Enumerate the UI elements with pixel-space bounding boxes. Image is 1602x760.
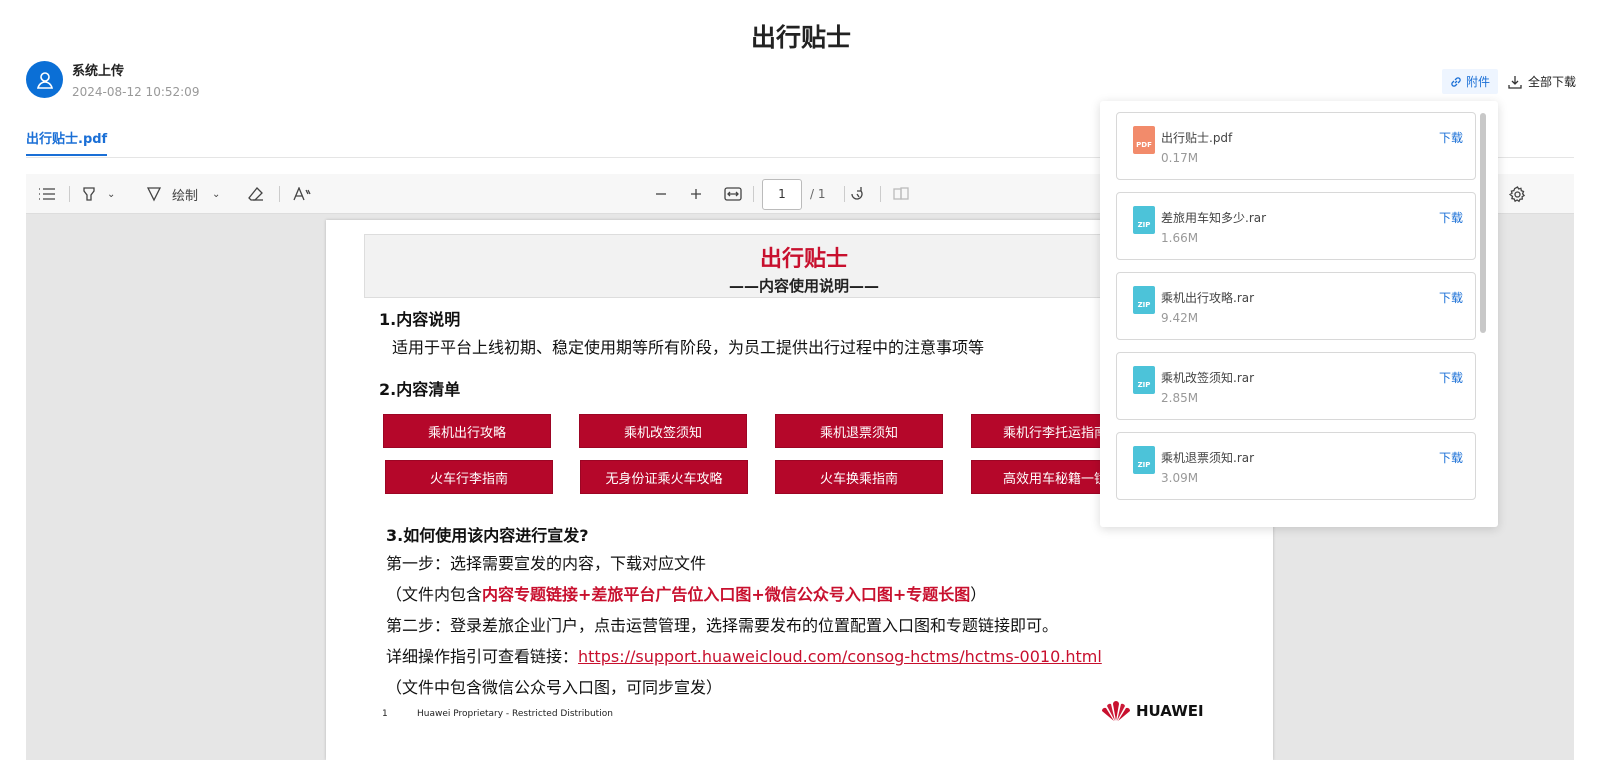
page-controls: 1 / 1 — [762, 174, 826, 214]
file-name: 乘机出行攻略.rar — [1161, 291, 1255, 305]
outline-button[interactable] — [38, 174, 56, 214]
download-all-button[interactable]: 全部下载 — [1508, 73, 1576, 90]
content-button: 火车行李指南 — [385, 460, 553, 494]
rotate-icon — [851, 187, 863, 200]
file-name: 差旅用车知多少.rar — [1161, 211, 1267, 225]
file-name: 乘机退票须知.rar — [1161, 451, 1255, 465]
attachment-actions: 附件 全部下载 — [1441, 69, 1576, 94]
download-button[interactable]: 下载 — [1439, 209, 1463, 226]
fit-width-icon — [724, 187, 742, 201]
zip-file-icon: ZIP — [1133, 366, 1155, 394]
author-name: 系统上传 — [72, 64, 125, 79]
attachments-popup: PDF 出行贴士.pdf 0.17M 下载 ZIP 差旅用车知多少.rar 1.… — [1100, 101, 1498, 527]
file-name: 乘机改签须知.rar — [1161, 371, 1255, 385]
file-size: 2.85M — [1161, 391, 1199, 405]
draw-button[interactable]: 绘制 ⌄ — [146, 174, 220, 214]
zip-file-icon: ZIP — [1133, 206, 1155, 234]
content-button: 乘机退票须知 — [775, 414, 943, 448]
page-title: 出行贴士 — [750, 23, 851, 52]
text-icon — [293, 187, 311, 201]
file-size: 1.66M — [1161, 231, 1199, 245]
minus-icon — [656, 193, 666, 195]
user-icon — [36, 71, 53, 89]
gear-icon — [1509, 185, 1526, 202]
pdf-file-icon: PDF — [1133, 126, 1155, 154]
download-button[interactable]: 下载 — [1439, 449, 1463, 466]
page-view-button[interactable] — [893, 174, 909, 214]
section-text: 适用于平台上线初期、稳定使用期等所有阶段，为员工提供出行过程中的注意事项等 — [392, 338, 985, 357]
huawei-logo: HUAWEI — [1101, 700, 1204, 722]
download-icon — [1508, 75, 1522, 89]
highlight-button[interactable]: ⌄ — [81, 174, 115, 214]
file-size: 3.09M — [1161, 471, 1199, 485]
file-size: 0.17M — [1161, 151, 1199, 165]
chevron-down-icon[interactable]: ⌄ — [212, 189, 220, 200]
content-button: 乘机出行攻略 — [383, 414, 551, 448]
attachment-item: ZIP 差旅用车知多少.rar 1.66M 下载 — [1116, 192, 1476, 260]
download-button[interactable]: 下载 — [1439, 289, 1463, 306]
attachment-item: PDF 出行贴士.pdf 0.17M 下载 — [1116, 112, 1476, 180]
download-button[interactable]: 下载 — [1439, 369, 1463, 386]
settings-button[interactable] — [1509, 174, 1526, 214]
page-view-icon — [893, 187, 909, 200]
attachment-item: ZIP 乘机退票须知.rar 3.09M 下载 — [1116, 432, 1476, 500]
toolbar-divider — [279, 186, 280, 202]
download-button[interactable]: 下载 — [1439, 129, 1463, 146]
toolbar-divider — [880, 186, 881, 202]
step-two: 第二步：登录差旅企业门户，点击运营管理，选择需要发布的位置配置入口图和专题链接即… — [386, 616, 1059, 635]
page-total: / 1 — [810, 187, 826, 201]
section-heading: 1.内容说明 — [379, 310, 461, 329]
eraser-button[interactable] — [248, 174, 264, 214]
author-info: 系统上传 2024-08-12 10:52:09 — [26, 60, 199, 99]
file-name: 出行贴士.pdf — [1161, 131, 1233, 145]
section-heading: 2.内容清单 — [379, 380, 461, 399]
chevron-down-icon[interactable]: ⌄ — [107, 189, 115, 200]
guide-link[interactable]: https://support.huaweicloud.com/consog-h… — [578, 647, 1102, 666]
upload-time: 2024-08-12 10:52:09 — [72, 85, 200, 99]
note-text: （文件内包含 — [386, 585, 483, 604]
zip-file-icon: ZIP — [1133, 446, 1155, 474]
plus-icon — [691, 189, 701, 199]
link-icon — [1451, 76, 1461, 87]
section-heading: 3.如何使用该内容进行宣发? — [386, 526, 589, 545]
huawei-logo-icon — [1101, 701, 1131, 721]
highlighter-icon — [83, 187, 95, 201]
rotate-button[interactable] — [849, 174, 865, 214]
content-button: 无身份证乘火车攻略 — [580, 460, 748, 494]
popup-scrollbar[interactable] — [1480, 113, 1486, 333]
zoom-out-button[interactable] — [655, 174, 667, 214]
toolbar-divider — [69, 186, 70, 202]
page-number-input[interactable]: 1 — [762, 178, 802, 210]
draw-label: 绘制 — [172, 188, 199, 204]
step-one-note: （文件内包含内容专题链接+差旅平台广告位入口图+微信公众号入口图+专题长图） — [386, 581, 986, 605]
avatar — [26, 61, 63, 98]
attachment-item: ZIP 乘机改签须知.rar 2.85M 下载 — [1116, 352, 1476, 420]
guide-label: 详细操作指引可查看链接： — [386, 647, 579, 666]
attachments-button[interactable]: 附件 — [1441, 69, 1498, 94]
footer-page-number: 1 — [382, 709, 388, 719]
content-button: 火车换乘指南 — [775, 460, 943, 494]
attachment-item: ZIP 乘机出行攻略.rar 9.42M 下载 — [1116, 272, 1476, 340]
download-all-label: 全部下载 — [1527, 75, 1576, 89]
zip-file-icon: ZIP — [1133, 286, 1155, 314]
file-size: 9.42M — [1161, 311, 1199, 325]
note-highlight: 内容专题链接+差旅平台广告位入口图+微信公众号入口图+专题长图 — [482, 585, 971, 604]
footer-text: Huawei Proprietary - Restricted Distribu… — [417, 709, 613, 719]
content-button: 乘机改签须知 — [579, 414, 747, 448]
fit-width-button[interactable] — [724, 174, 742, 214]
eraser-icon — [248, 187, 263, 201]
text-button[interactable] — [293, 174, 311, 214]
step-one: 第一步：选择需要宣发的内容，下载对应文件 — [386, 554, 707, 573]
huawei-wordmark: HUAWEI — [1136, 702, 1204, 720]
list-icon — [39, 188, 55, 200]
toolbar-divider — [753, 186, 754, 202]
pen-icon — [146, 187, 162, 202]
tab-file[interactable]: 出行贴士.pdf — [26, 128, 108, 156]
guide-line: 详细操作指引可查看链接：https://support.huaweicloud.… — [386, 643, 1102, 667]
guide-note: （文件中包含微信公众号入口图，可同步宣发） — [386, 678, 723, 697]
toolbar-divider — [844, 186, 845, 202]
note-text: ） — [970, 585, 987, 604]
zoom-in-button[interactable] — [690, 174, 702, 214]
attachments-label: 附件 — [1465, 75, 1490, 89]
